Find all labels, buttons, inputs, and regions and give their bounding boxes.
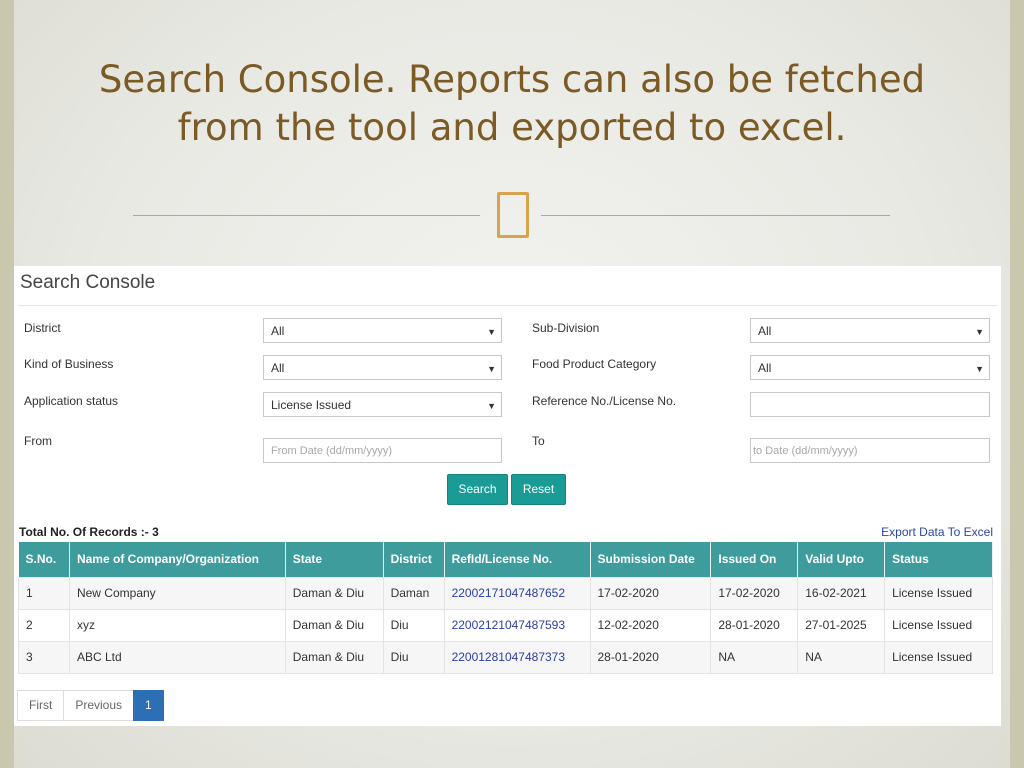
cell-company: New Company	[68, 576, 286, 610]
cell-issued-on: 17-02-2020	[710, 576, 799, 610]
pagination: First Previous 1	[17, 690, 164, 721]
column-header-valid-upto: Valid Upto	[797, 542, 886, 577]
reset-button[interactable]: Reset	[511, 474, 566, 505]
cell-district: Diu	[382, 640, 445, 674]
cell-sno: 3	[18, 640, 70, 674]
table-header-row: S.No. Name of Company/Organization State…	[18, 542, 993, 577]
total-records-label: Total No. Of Records :- 3	[19, 525, 159, 539]
console-title: Search Console	[20, 272, 156, 293]
chevron-down-icon: ▼	[487, 401, 496, 411]
district-select-value: All	[271, 324, 285, 338]
column-header-submission-date: Submission Date	[590, 542, 712, 577]
application-status-label: Application status	[24, 394, 119, 408]
food-product-category-label: Food Product Category	[532, 357, 657, 371]
kind-of-business-select[interactable]: All ▼	[263, 355, 502, 380]
slide-title-line-2: from the tool and exported to excel.	[177, 106, 847, 149]
pagination-first-button[interactable]: First	[17, 690, 65, 721]
column-header-refid: RefId/License No.	[444, 542, 591, 577]
column-header-status: Status	[884, 542, 993, 577]
district-label: District	[24, 321, 61, 335]
table-row: 1 New Company Daman & Diu Daman 22002171…	[18, 576, 993, 610]
pagination-previous-button[interactable]: Previous	[63, 690, 135, 721]
cell-valid-upto: NA	[797, 640, 886, 674]
sub-division-select-value: All	[758, 324, 772, 338]
cell-refid-link[interactable]: 22002171047487652	[443, 576, 591, 610]
chevron-down-icon: ▼	[975, 327, 984, 337]
cell-valid-upto: 16-02-2021	[797, 576, 886, 610]
divider-rule-right	[541, 215, 890, 216]
cell-district: Daman	[382, 576, 445, 610]
district-select[interactable]: All ▼	[263, 318, 502, 343]
results-table: S.No. Name of Company/Organization State…	[18, 542, 993, 674]
chevron-down-icon: ▼	[487, 327, 496, 337]
column-header-district: District	[383, 542, 445, 577]
slide-title-line-1: Search Console. Reports can also be fetc…	[98, 58, 926, 101]
from-date-label: From	[24, 434, 52, 448]
reference-no-label: Reference No./License No.	[532, 394, 677, 408]
cell-district: Diu	[382, 608, 445, 642]
food-product-category-select[interactable]: All ▼	[750, 355, 990, 380]
reference-no-input[interactable]	[750, 392, 990, 417]
cell-state: Daman & Diu	[284, 576, 384, 610]
cell-status: License Issued	[884, 608, 993, 642]
cell-refid-link[interactable]: 22002121047487593	[443, 608, 591, 642]
chevron-down-icon: ▼	[975, 364, 984, 374]
application-status-select-value: License Issued	[271, 398, 352, 412]
cell-submission-date: 17-02-2020	[589, 576, 712, 610]
column-header-issued-on: Issued On	[710, 542, 799, 577]
cell-issued-on: 28-01-2020	[710, 608, 799, 642]
pagination-page-button[interactable]: 1	[133, 690, 164, 721]
column-header-state: State	[285, 542, 384, 577]
cell-sno: 2	[18, 608, 70, 642]
table-row: 2 xyz Daman & Diu Diu 22002121047487593 …	[18, 608, 993, 642]
divider-rule-left	[133, 215, 480, 216]
table-row: 3 ABC Ltd Daman & Diu Diu 22001281047487…	[18, 640, 993, 674]
cell-submission-date: 12-02-2020	[589, 608, 712, 642]
sub-division-label: Sub-Division	[532, 321, 600, 335]
from-date-input[interactable]: From Date (dd/mm/yyyy)	[263, 438, 502, 463]
cell-status: License Issued	[884, 576, 993, 610]
food-product-category-select-value: All	[758, 361, 772, 375]
slide-title: Search Console. Reports can also be fetc…	[0, 56, 1024, 152]
search-button[interactable]: Search	[447, 474, 508, 505]
column-header-company: Name of Company/Organization	[69, 542, 286, 577]
console-title-divider	[18, 305, 997, 306]
cell-state: Daman & Diu	[284, 640, 384, 674]
cell-valid-upto: 27-01-2025	[797, 608, 886, 642]
cell-state: Daman & Diu	[284, 608, 384, 642]
export-to-excel-link[interactable]: Export Data To Excel	[881, 525, 993, 539]
cell-submission-date: 28-01-2020	[589, 640, 712, 674]
kind-of-business-select-value: All	[271, 361, 285, 375]
cell-status: License Issued	[884, 640, 993, 674]
kind-of-business-label: Kind of Business	[24, 357, 114, 371]
cell-refid-link[interactable]: 22001281047487373	[443, 640, 591, 674]
cell-sno: 1	[18, 576, 70, 610]
search-console-panel: Search Console District All ▼ Sub-Divisi…	[14, 266, 1001, 726]
cell-company: xyz	[68, 608, 286, 642]
rectangle-glyph-icon	[497, 192, 529, 238]
to-date-label: To	[532, 434, 545, 448]
chevron-down-icon: ▼	[487, 364, 496, 374]
column-header-sno: S.No.	[18, 542, 70, 577]
cell-issued-on: NA	[710, 640, 799, 674]
sub-division-select[interactable]: All ▼	[750, 318, 990, 343]
application-status-select[interactable]: License Issued ▼	[263, 392, 502, 417]
cell-company: ABC Ltd	[68, 640, 286, 674]
to-date-input[interactable]: to Date (dd/mm/yyyy)	[750, 438, 990, 463]
